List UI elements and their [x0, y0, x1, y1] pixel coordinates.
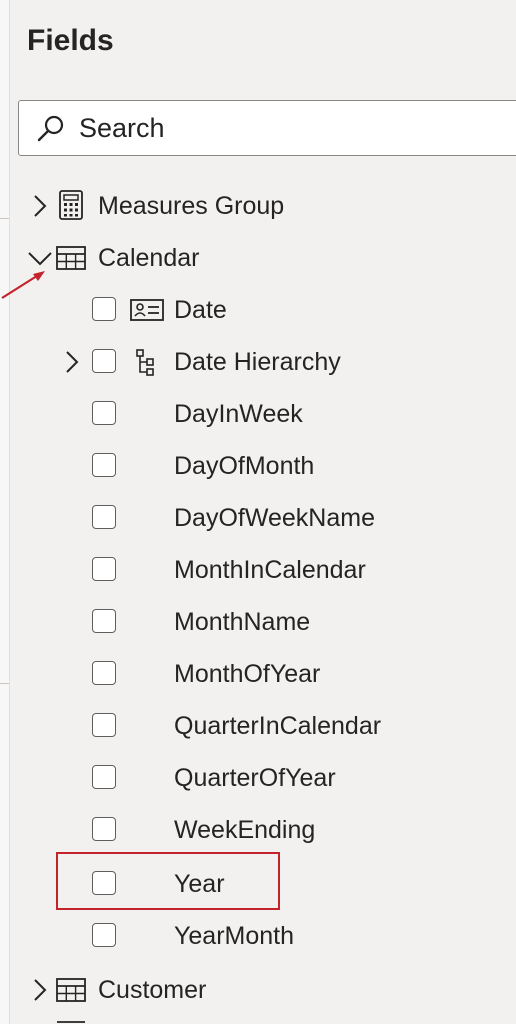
date-field-icon — [130, 299, 164, 321]
field-row[interactable]: MonthName — [10, 596, 516, 648]
table-label: Customer — [98, 976, 207, 1004]
field-row[interactable]: QuarterInCalendar — [10, 700, 516, 752]
field-checkbox[interactable] — [92, 297, 116, 321]
field-label: DayInWeek — [174, 400, 303, 428]
field-label: Date Hierarchy — [174, 348, 341, 376]
field-row-date-hierarchy[interactable]: Date Hierarchy — [10, 336, 516, 388]
pane-title: Fields — [27, 24, 114, 57]
field-row[interactable]: WeekEnding — [10, 804, 516, 856]
chevron-right-icon[interactable] — [24, 974, 56, 1006]
field-row[interactable]: DayInWeek — [10, 388, 516, 440]
hierarchy-icon — [136, 349, 154, 376]
table-label: Measures Group — [98, 192, 285, 220]
field-checkbox[interactable] — [92, 401, 116, 425]
annotation-highlight-box — [56, 852, 280, 910]
field-label: QuarterOfYear — [174, 764, 336, 792]
left-edge-panel — [0, 0, 10, 1024]
field-label: MonthInCalendar — [174, 556, 366, 584]
table-label: Calendar — [98, 244, 200, 272]
search-icon — [37, 115, 64, 142]
field-checkbox[interactable] — [92, 505, 116, 529]
field-checkbox[interactable] — [92, 453, 116, 477]
field-label: QuarterInCalendar — [174, 712, 382, 740]
chevron-right-icon[interactable] — [24, 190, 56, 222]
panel-divider — [0, 683, 9, 684]
table-node-customer[interactable]: Customer — [10, 964, 516, 1016]
table-icon — [57, 1021, 85, 1023]
field-checkbox[interactable] — [92, 557, 116, 581]
field-row[interactable]: MonthOfYear — [10, 648, 516, 700]
table-node-calendar[interactable]: Calendar — [10, 232, 516, 284]
field-label: DayOfWeekName — [174, 504, 375, 532]
table-icon — [56, 978, 86, 1002]
panel-divider — [0, 218, 9, 219]
field-row[interactable]: QuarterOfYear — [10, 752, 516, 804]
field-row[interactable]: DayOfWeekName — [10, 492, 516, 544]
field-row[interactable]: DayOfMonth — [10, 440, 516, 492]
calculator-icon — [59, 190, 83, 220]
field-checkbox[interactable] — [92, 817, 116, 841]
chevron-right-icon[interactable] — [56, 346, 88, 378]
field-checkbox[interactable] — [92, 349, 116, 373]
field-label: DayOfMonth — [174, 452, 315, 480]
field-label: Date — [174, 296, 227, 324]
field-label: MonthName — [174, 608, 311, 636]
table-node-measures-group[interactable]: Measures Group — [10, 180, 516, 232]
field-label: WeekEnding — [174, 816, 316, 844]
annotation-arrow — [1, 271, 45, 299]
field-checkbox[interactable] — [92, 661, 116, 685]
field-row[interactable]: MonthInCalendar — [10, 544, 516, 596]
field-label: YearMonth — [174, 922, 294, 950]
field-checkbox[interactable] — [92, 765, 116, 789]
field-checkbox[interactable] — [92, 609, 116, 633]
search-box[interactable] — [18, 100, 516, 156]
field-row[interactable]: YearMonth — [10, 910, 516, 962]
search-input[interactable] — [79, 109, 499, 147]
field-checkbox[interactable] — [92, 713, 116, 737]
field-checkbox[interactable] — [92, 923, 116, 947]
field-row-date[interactable]: Date — [10, 284, 516, 336]
field-label: MonthOfYear — [174, 660, 321, 688]
